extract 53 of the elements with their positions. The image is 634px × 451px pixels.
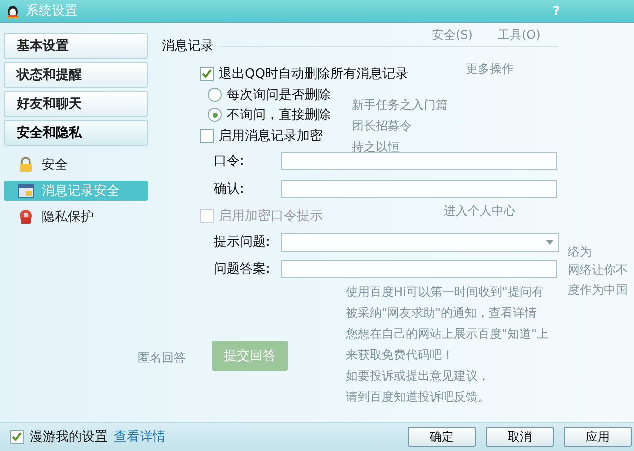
- sidebar-item[interactable]: 隐私保护: [4, 207, 148, 227]
- caret-icon: [546, 240, 554, 244]
- option-label: 漫游我的设置: [30, 429, 108, 446]
- faded-background-text: 网络让你不: [568, 262, 628, 279]
- padlock-icon: [18, 209, 34, 225]
- faded-background-text: 被采纳"网友求助"的通知，查看详情: [346, 305, 538, 322]
- category-tab[interactable]: 安全和隐私: [4, 120, 148, 146]
- field-label: 问题答案:: [214, 261, 272, 278]
- dropdown-field[interactable]: [281, 232, 559, 252]
- window-card-icon: [18, 184, 34, 198]
- dialog-button[interactable]: 取消: [486, 427, 554, 447]
- input-field[interactable]: [281, 152, 557, 170]
- option-label: 每次询问是否删除: [227, 87, 331, 104]
- field-label: 提示问题:: [214, 234, 272, 251]
- faded-background-text: 您想在自己的网站上展示百度"知道"上: [346, 326, 550, 343]
- faded-background-text: 安全(S): [432, 27, 473, 44]
- faded-background-text: 团长招募令: [352, 118, 412, 135]
- field-label: 确认:: [214, 181, 246, 198]
- option-label: 退出QQ时自动删除所有消息记录: [219, 66, 408, 83]
- input-field[interactable]: [281, 260, 557, 278]
- dialog-button[interactable]: 确定: [408, 427, 476, 447]
- category-tab[interactable]: 基本设置: [4, 33, 148, 59]
- faded-background-text: 更多操作: [466, 61, 514, 78]
- option-label: 启用加密口令提示: [219, 208, 323, 225]
- faded-background-text: 工具(O): [498, 27, 541, 44]
- window-title: 系统设置: [26, 3, 79, 20]
- faded-background-text: 来获取免费代码吧！: [346, 347, 454, 364]
- faded-background-text: 持之以恒: [352, 139, 400, 156]
- faded-background-text: 如要投诉或提出意见建议，: [346, 368, 490, 385]
- faded-background-text: 请到百度知道投诉吧反馈。: [346, 389, 490, 406]
- padlock-icon: [18, 157, 34, 173]
- dialog-button[interactable]: 应用: [564, 427, 632, 447]
- group-title: 消息记录: [162, 38, 214, 55]
- field-label: 口令:: [214, 153, 246, 170]
- input-field[interactable]: [281, 180, 557, 198]
- sidebar-item[interactable]: 安全: [4, 155, 148, 175]
- category-tab[interactable]: 好友和聊天: [4, 91, 148, 117]
- checkbox[interactable]: [200, 67, 214, 81]
- penguin-icon: [6, 3, 20, 19]
- faded-background-text: 新手任务之入门篇: [352, 97, 448, 114]
- radio-button[interactable]: [208, 108, 222, 122]
- faded-background-text: 匿名回答: [138, 350, 186, 367]
- category-tab[interactable]: 状态和提醒: [4, 62, 148, 88]
- faded-background-text: 络为: [568, 244, 592, 261]
- radio-button[interactable]: [208, 88, 222, 102]
- faded-background-text: 度作为中国: [568, 282, 628, 299]
- checkbox[interactable]: [10, 430, 24, 444]
- faded-background-text: 使用百度Hi可以第一时间收到"提问有: [346, 284, 544, 301]
- checkbox[interactable]: [200, 129, 214, 143]
- faded-background-text: 进入个人中心: [444, 203, 516, 220]
- option-label: 不询问，直接删除: [227, 107, 331, 124]
- option-label: 启用消息记录加密: [219, 128, 323, 145]
- details-link[interactable]: 查看详情: [114, 428, 166, 446]
